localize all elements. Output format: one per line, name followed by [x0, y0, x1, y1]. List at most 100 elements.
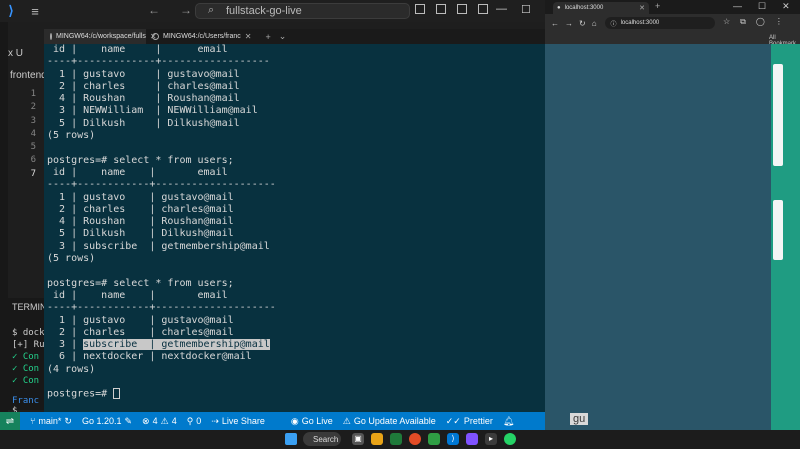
terminal-line: 2 | charles | charles@mail: [47, 203, 234, 215]
toggle-panel-icon[interactable]: [436, 4, 446, 14]
status-notifications[interactable]: 🔔︎: [503, 416, 514, 427]
error-count: 4: [152, 416, 158, 426]
terminal-line: 3 | subscribe | getmembership@mail: [47, 339, 542, 351]
menu-icon[interactable]: ≡: [22, 4, 48, 19]
terminal-tab-users[interactable]: MINGW64:/c/Users/franc ✕: [146, 29, 258, 44]
reload-icon[interactable]: ↻: [579, 19, 586, 28]
maximize-icon[interactable]: ☐: [521, 3, 531, 16]
remote-icon[interactable]: ⇌: [0, 412, 20, 430]
terminal-line: id | name | email: [47, 289, 228, 301]
task-view-icon[interactable]: ▣: [352, 433, 364, 445]
windows-taskbar: Search ▣ ⟩ ▸: [0, 430, 800, 449]
terminal-panel-line: ✓ Con: [12, 352, 40, 362]
windows-start-icon[interactable]: [285, 433, 297, 445]
page-text-fragment: gu: [570, 413, 589, 425]
more-menu-icon[interactable]: ⋮: [775, 17, 783, 27]
forward-arrow-icon[interactable]: →: [565, 19, 573, 28]
go-edit-icon: ✎: [124, 415, 133, 426]
text-cursor: [113, 388, 121, 400]
address-bar[interactable]: ⓘ localhost:3000: [604, 17, 715, 29]
line-number: 6: [30, 155, 36, 166]
terminal-line: 2 | charles | charles@mail: [47, 326, 234, 338]
vscode-taskbar-icon[interactable]: ⟩: [447, 433, 459, 445]
status-go-live[interactable]: ◉ Go Live: [291, 416, 333, 427]
spotify-icon[interactable]: [390, 433, 402, 445]
back-arrow-icon[interactable]: ←: [148, 3, 160, 17]
explorer-folder[interactable]: frontend: [10, 70, 47, 81]
customize-layout-icon[interactable]: [478, 4, 488, 14]
status-prettier[interactable]: ✓✓ Prettier: [446, 416, 493, 427]
sidebar-label: x U: [8, 48, 23, 59]
terminal-panel-line: Franc: [12, 396, 40, 406]
browser-toolbar-right: ☆ ⧉ ◯ ⋮: [723, 17, 783, 27]
terminal-line: 3 | subscribe | getmembership@mail: [47, 240, 270, 252]
branch-name: main*: [38, 416, 62, 426]
toggle-sidebar-icon[interactable]: [415, 4, 425, 14]
terminal-line: 6 | nextdocker | nextdocker@mail: [47, 351, 252, 363]
taskbar-search[interactable]: Search: [303, 432, 341, 446]
app-icon[interactable]: [466, 433, 478, 445]
tab-dropdown-icon[interactable]: ⌄: [279, 31, 287, 42]
status-ports[interactable]: ⚲ 0: [187, 416, 202, 427]
terminal-panel-line: [+] Ru: [12, 340, 45, 350]
terminal-line: 1 | gustavo | gustavo@mail: [47, 314, 234, 326]
vscode-terminal-panel[interactable]: TERMINA $ dock [+] Ru ✓ Con ✓ Con ✓ Con Franc…: [8, 298, 53, 416]
close-tab-icon[interactable]: ✕: [639, 4, 645, 12]
app-icon[interactable]: [428, 433, 440, 445]
status-bar: ⇌ ⑂ main* ↻ Go 1.20.1 ✎ ⊗ 4 ⚠ 4 ⚲ 0 ⇢ Li…: [0, 412, 545, 430]
new-tab-icon[interactable]: +: [655, 1, 660, 11]
new-tab-icon[interactable]: +: [266, 32, 271, 42]
terminal-line: 4 | Roushan | Roushan@mail: [47, 93, 240, 105]
toggle-secondary-sidebar-icon[interactable]: [457, 4, 467, 14]
prettier-label: Prettier: [463, 416, 493, 426]
line-number-gutter: 1 2 3 4 5 6 7: [22, 88, 36, 181]
sync-icon: ↻: [64, 415, 72, 426]
terminal-taskbar-icon[interactable]: ▸: [485, 433, 497, 445]
minimize-icon[interactable]: —: [733, 1, 742, 12]
git-bash-window[interactable]: MINGW64:/c/workspace/fulls ✕ MINGW64:/c/…: [44, 29, 545, 412]
bookmarks-bar: All Bookmark: [545, 32, 800, 47]
terminal-line: id | name | email: [47, 166, 228, 178]
home-icon[interactable]: ⌂: [592, 19, 597, 28]
search-icon: ⌕: [208, 4, 215, 16]
forward-arrow-icon[interactable]: →: [180, 3, 192, 17]
status-problems[interactable]: ⊗ 4 ⚠ 4: [142, 416, 177, 427]
favicon-icon: ●: [557, 5, 561, 11]
extensions-icon[interactable]: ⧉: [740, 17, 746, 27]
broadcast-icon: ◉: [290, 415, 299, 426]
terminal-output[interactable]: id | name | email ----+-------------+----…: [47, 44, 542, 413]
browser-tab-title: localhost:3000: [564, 5, 604, 11]
status-go-update[interactable]: ⚠ Go Update Available: [343, 416, 436, 427]
file-explorer-icon[interactable]: [371, 433, 383, 445]
status-go-version[interactable]: Go 1.20.1 ✎: [82, 416, 132, 427]
site-info-icon: ⓘ: [610, 21, 617, 28]
chrome-icon[interactable]: [409, 433, 421, 445]
ports-icon: ⚲: [186, 415, 194, 426]
back-arrow-icon[interactable]: ←: [551, 19, 559, 28]
address-text: localhost:3000: [620, 20, 660, 26]
status-live-share[interactable]: ⇢ Live Share: [211, 416, 265, 427]
bookmark-star-icon[interactable]: ☆: [723, 17, 730, 27]
terminal-line: 4 | Roushan | Roushan@mail: [47, 216, 234, 228]
warning-icon: ⚠: [342, 415, 351, 426]
double-check-icon: ✓✓: [445, 415, 461, 426]
terminal-line: (5 rows): [47, 130, 96, 142]
status-branch[interactable]: ⑂ main* ↻: [30, 416, 72, 427]
vscode-logo-icon: ⟩: [8, 3, 14, 18]
profile-icon[interactable]: ◯: [756, 17, 765, 27]
screen: ⟩ ≡ ← → ⌕ fullstack-go-live — ☐ ✕ x U fr…: [0, 0, 800, 449]
terminal-tab-label: MINGW64:/c/workspace/fulls: [56, 33, 146, 40]
whatsapp-icon[interactable]: [504, 433, 516, 445]
selected-text[interactable]: subscribe | getmembership@mail: [83, 339, 270, 351]
minimize-icon[interactable]: —: [496, 3, 507, 16]
maximize-icon[interactable]: ☐: [758, 1, 766, 12]
close-tab-icon[interactable]: ✕: [245, 32, 252, 41]
vscode-titlebar: ⟩ ≡ ← → ⌕ fullstack-go-live — ☐ ✕: [0, 0, 554, 22]
terminal-line: 1 | gustavo | gustavo@mail: [47, 191, 234, 203]
terminal-tab-icon: [152, 33, 159, 40]
browser-tab[interactable]: ● localhost:3000 ✕: [553, 2, 649, 14]
command-center-search[interactable]: ⌕ fullstack-go-live: [195, 3, 410, 19]
close-icon[interactable]: ✕: [782, 1, 790, 12]
terminal-tab-workspace[interactable]: MINGW64:/c/workspace/fulls ✕: [44, 29, 157, 44]
